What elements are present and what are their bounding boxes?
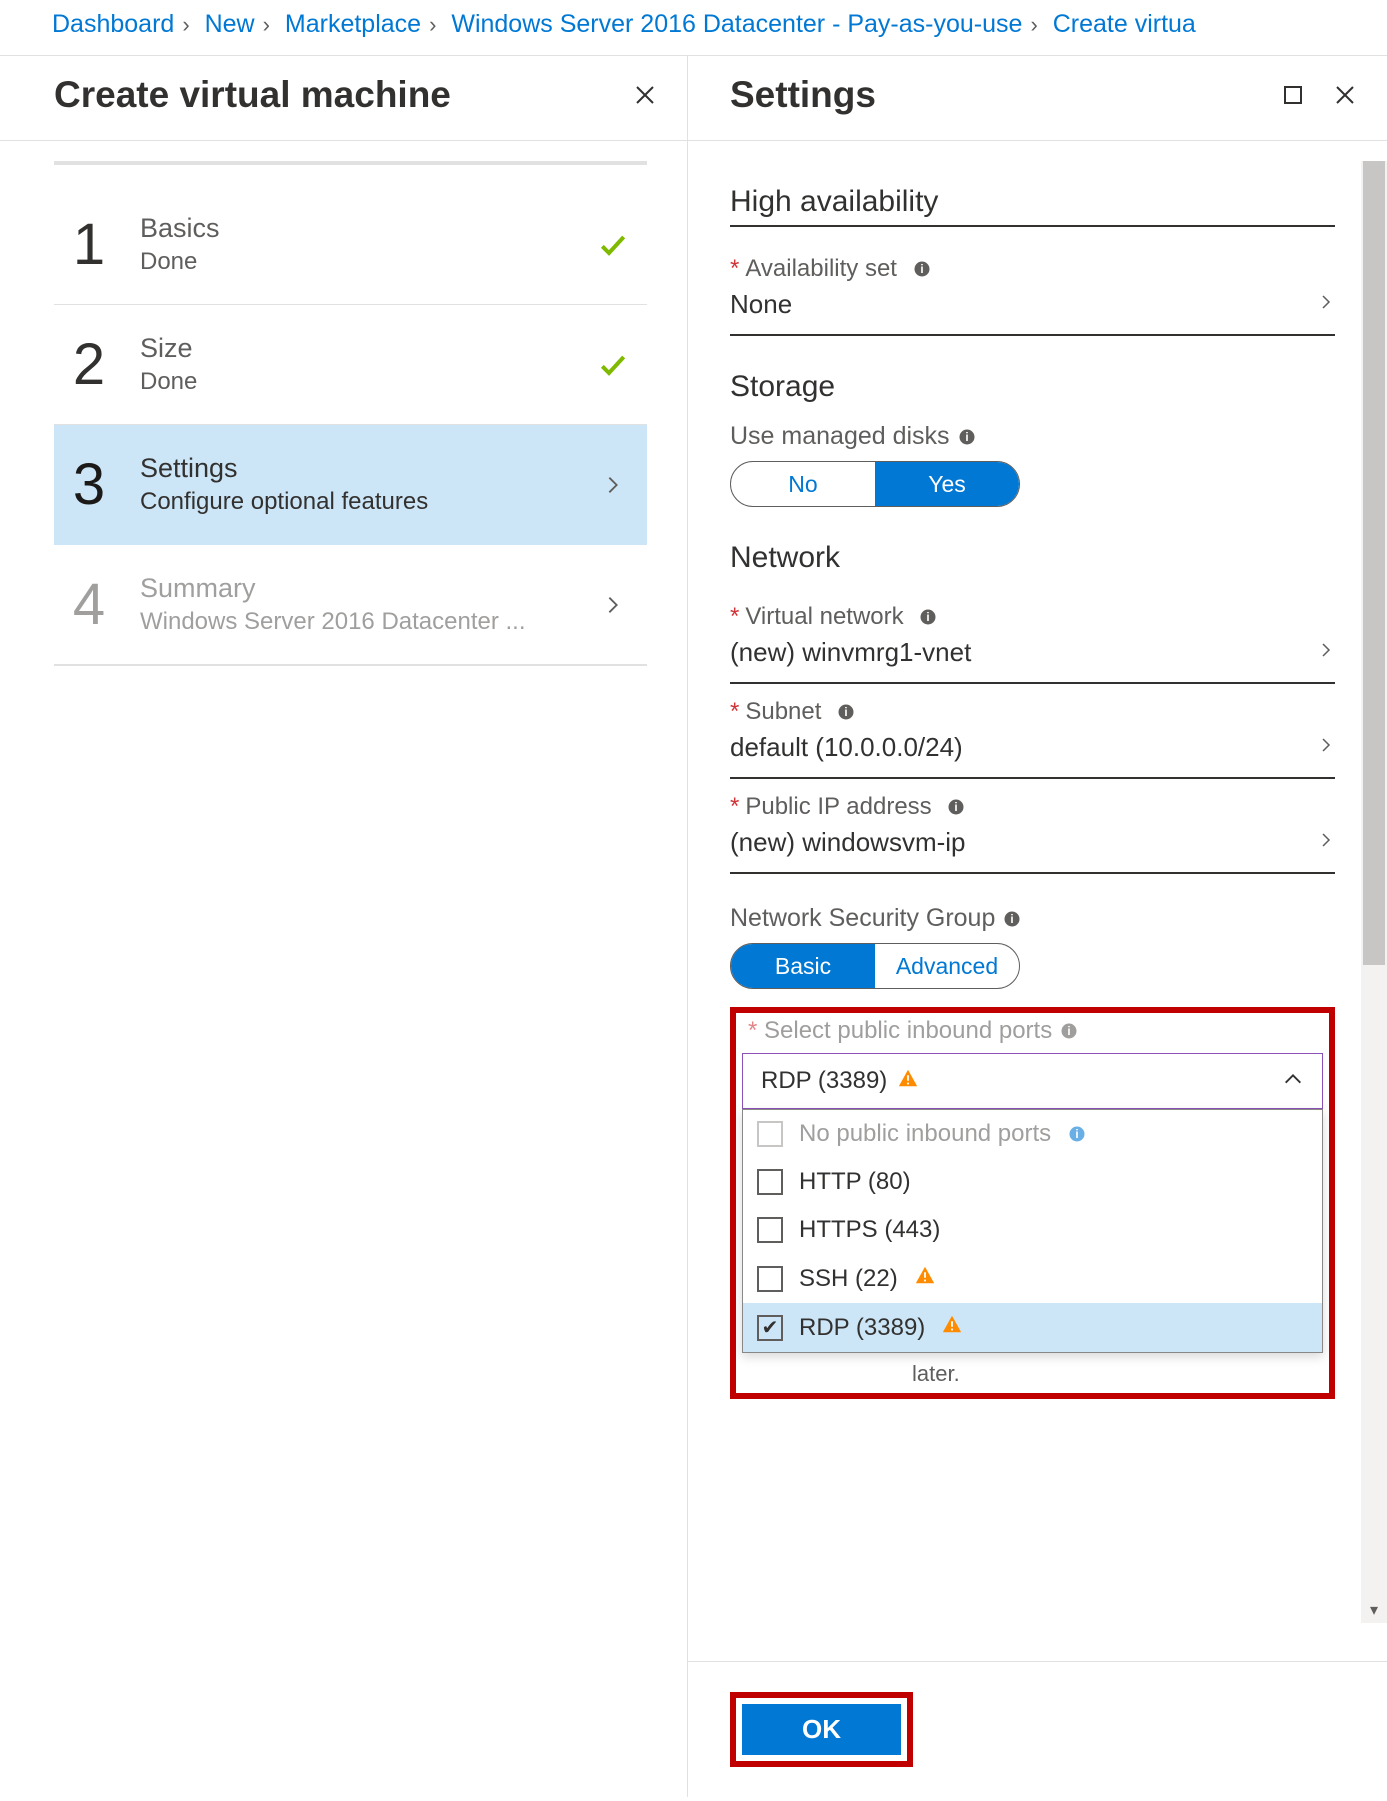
- step-number: 3: [64, 451, 114, 518]
- warning-icon: [914, 1264, 936, 1293]
- field-value: None: [730, 289, 792, 320]
- chevron-right-icon: [1317, 831, 1335, 854]
- breadcrumb-link[interactable]: Create virtua: [1053, 10, 1196, 38]
- inbound-ports-menu: No public inbound ports HTTP (80) HTTPS (4…: [742, 1109, 1323, 1353]
- virtual-network-field[interactable]: *Virtual network (new) winvmrg1-vnet: [730, 589, 1335, 684]
- option-label: RDP (3389): [799, 1314, 925, 1342]
- info-icon[interactable]: [1067, 1120, 1087, 1148]
- progress-bar: [54, 161, 647, 165]
- step-title: Size: [140, 333, 569, 364]
- step-number: 4: [64, 571, 114, 638]
- availability-set-field[interactable]: *Availability set None: [730, 241, 1335, 336]
- managed-disks-toggle: No Yes: [730, 461, 1020, 507]
- step-subtitle: Done: [140, 368, 569, 396]
- toggle-no[interactable]: No: [731, 462, 875, 506]
- section-high-availability: High availability: [730, 185, 1335, 227]
- close-icon[interactable]: [1333, 83, 1357, 107]
- checkbox[interactable]: [757, 1217, 783, 1243]
- checkbox: [757, 1121, 783, 1147]
- chevron-right-icon: [1317, 736, 1335, 759]
- toggle-basic[interactable]: Basic: [731, 944, 875, 988]
- field-label: Virtual network: [745, 603, 903, 630]
- warning-icon: [897, 1067, 919, 1096]
- breadcrumb: Dashboard› New› Marketplace› Windows Ser…: [0, 0, 1387, 56]
- toggle-advanced[interactable]: Advanced: [875, 944, 1019, 988]
- checkbox[interactable]: [757, 1315, 783, 1341]
- inbound-ports-highlight: * Select public inbound ports RDP (3389)…: [730, 1007, 1335, 1399]
- breadcrumb-link[interactable]: Dashboard: [52, 10, 174, 38]
- field-label: Select public inbound ports: [764, 1017, 1052, 1044]
- info-icon[interactable]: [918, 603, 938, 630]
- step-subtitle: Configure optional features: [140, 488, 569, 516]
- checkbox[interactable]: [757, 1266, 783, 1292]
- info-icon[interactable]: [946, 793, 966, 820]
- checkmark-icon: [595, 229, 631, 261]
- create-vm-panel: Create virtual machine 1 Basics Done 2: [0, 56, 688, 1797]
- chevron-right-icon: [1317, 293, 1335, 316]
- field-label: Public IP address: [745, 793, 931, 820]
- trailing-note: later.: [912, 1361, 1323, 1387]
- public-ip-field[interactable]: *Public IP address (new) windowsvm-ip: [730, 779, 1335, 874]
- step-subtitle: Windows Server 2016 Datacenter ...: [140, 608, 569, 636]
- field-label: Availability set: [745, 255, 897, 282]
- inbound-ports-dropdown[interactable]: RDP (3389): [742, 1053, 1323, 1109]
- inbound-port-option[interactable]: HTTP (80): [743, 1158, 1322, 1206]
- ok-highlight: OK: [730, 1692, 913, 1767]
- nsg-toggle: Basic Advanced: [730, 943, 1020, 989]
- ok-button[interactable]: OK: [742, 1704, 901, 1755]
- panel-title: Settings: [730, 74, 876, 116]
- info-icon[interactable]: [836, 698, 856, 725]
- field-label: Subnet: [745, 698, 821, 725]
- field-value: (new) winvmrg1-vnet: [730, 637, 971, 668]
- step-number: 2: [64, 331, 114, 398]
- toggle-yes[interactable]: Yes: [875, 462, 1019, 506]
- breadcrumb-link[interactable]: Windows Server 2016 Datacenter - Pay-as-…: [451, 10, 1022, 38]
- inbound-port-option[interactable]: RDP (3389): [743, 1303, 1322, 1352]
- nsg-label: Network Security Group: [730, 904, 1335, 933]
- close-icon[interactable]: [633, 83, 657, 107]
- footer: OK: [688, 1661, 1387, 1797]
- step-subtitle: Done: [140, 248, 569, 276]
- step-title: Settings: [140, 453, 569, 484]
- field-value: (new) windowsvm-ip: [730, 827, 966, 858]
- chevron-right-icon: [595, 594, 631, 616]
- chevron-up-icon: [1282, 1068, 1304, 1095]
- info-icon[interactable]: [1059, 1017, 1079, 1044]
- warning-icon: [941, 1313, 963, 1342]
- chevron-right-icon: [595, 474, 631, 496]
- breadcrumb-link[interactable]: Marketplace: [285, 10, 421, 38]
- section-storage: Storage: [730, 370, 1335, 404]
- step-title: Basics: [140, 213, 569, 244]
- option-label: No public inbound ports: [799, 1120, 1051, 1148]
- wizard-step-basics[interactable]: 1 Basics Done: [54, 185, 647, 305]
- panel-title: Create virtual machine: [54, 74, 451, 116]
- wizard-step-summary: 4 Summary Windows Server 2016 Datacenter…: [54, 545, 647, 665]
- inbound-port-option[interactable]: HTTPS (443): [743, 1206, 1322, 1254]
- chevron-right-icon: [1317, 641, 1335, 664]
- info-icon[interactable]: [1002, 904, 1022, 932]
- dropdown-selected-value: RDP (3389): [761, 1067, 887, 1095]
- subnet-field[interactable]: *Subnet default (10.0.0.0/24): [730, 684, 1335, 779]
- restore-icon[interactable]: [1281, 83, 1305, 107]
- checkbox[interactable]: [757, 1169, 783, 1195]
- checkmark-icon: [595, 349, 631, 381]
- managed-disks-label: Use managed disks: [730, 422, 1335, 451]
- option-label: SSH (22): [799, 1265, 898, 1293]
- breadcrumb-link[interactable]: New: [205, 10, 255, 38]
- inbound-port-option[interactable]: SSH (22): [743, 1254, 1322, 1303]
- info-icon[interactable]: [912, 255, 932, 282]
- settings-panel: Settings ▾ High availability *Availabili…: [688, 56, 1387, 1797]
- option-label: HTTPS (443): [799, 1216, 940, 1244]
- field-value: default (10.0.0.0/24): [730, 732, 963, 763]
- wizard-step-settings[interactable]: 3 Settings Configure optional features: [54, 425, 647, 545]
- step-number: 1: [64, 211, 114, 278]
- step-title: Summary: [140, 573, 569, 604]
- section-network: Network: [730, 541, 1335, 575]
- option-label: HTTP (80): [799, 1168, 911, 1196]
- info-icon[interactable]: [957, 422, 977, 450]
- wizard-step-size[interactable]: 2 Size Done: [54, 305, 647, 425]
- inbound-port-option: No public inbound ports: [743, 1110, 1322, 1158]
